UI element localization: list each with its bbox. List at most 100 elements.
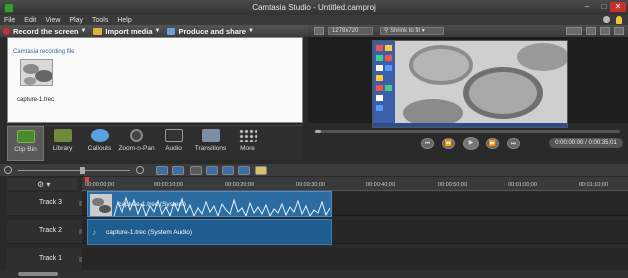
- clip-speed-button[interactable]: [255, 166, 267, 175]
- main-toolbar: Record the screen ▼ Import media ▼ Produ…: [0, 25, 308, 37]
- callout-icon: [90, 129, 109, 142]
- tab-transitions[interactable]: Transitions: [192, 126, 229, 161]
- lightbulb-icon[interactable]: [616, 16, 622, 24]
- next-clip-button[interactable]: ⏭: [507, 138, 520, 149]
- record-icon: [3, 27, 10, 35]
- playhead[interactable]: [85, 177, 89, 182]
- play-button[interactable]: ▶: [463, 137, 479, 150]
- zoom-fit-dropdown[interactable]: ⚲ Shrink to fit ▾: [380, 27, 444, 35]
- tab-clip-bin[interactable]: Clip Bin: [7, 126, 44, 161]
- help-icon[interactable]: [603, 16, 610, 23]
- timeline-settings[interactable]: ⚙ ▾: [7, 178, 77, 190]
- paste-button[interactable]: [238, 166, 250, 175]
- tab-label: Callouts: [87, 145, 112, 152]
- editing-dimensions-icon[interactable]: [314, 27, 324, 35]
- timeline-clip-audio[interactable]: ♪ capture-1.trec (System Audio): [87, 219, 332, 245]
- import-media-button[interactable]: Import media ▼: [93, 27, 160, 36]
- library-icon: [53, 129, 72, 142]
- clip-bin-section-label: Camtasia recording file: [13, 49, 75, 55]
- ruler-tick: 00:00:20;00: [225, 182, 255, 188]
- more-icon: [238, 129, 257, 142]
- clip-label: capture-1.trec (System Audio): [106, 229, 192, 236]
- maximize-button[interactable]: □: [597, 2, 611, 12]
- produce-label: Produce and share: [178, 26, 246, 36]
- track-name: Track 3: [39, 199, 63, 206]
- scrubber-fill: [315, 130, 321, 133]
- timeline-clip-video[interactable]: capture-1.trec (System): [87, 191, 332, 217]
- copy-button[interactable]: [222, 166, 234, 175]
- task-tabs: Clip Bin Library Callouts Zoom-n-Pan Aud…: [7, 125, 303, 161]
- ruler-tick: 00:00:40;00: [366, 182, 396, 188]
- fast-forward-button[interactable]: ⏩: [486, 138, 499, 149]
- track-header-2[interactable]: Track 2: [7, 220, 83, 244]
- tab-library[interactable]: Library: [44, 126, 81, 161]
- menu-help[interactable]: Help: [117, 17, 131, 24]
- magnifier-icon: [130, 129, 143, 142]
- track-header-3[interactable]: Track 3: [7, 192, 83, 216]
- tab-label: More: [240, 145, 255, 152]
- resolution-dropdown[interactable]: 1278x720: [328, 27, 373, 35]
- menu-tools[interactable]: Tools: [92, 17, 108, 24]
- record-label: Record the screen: [13, 26, 79, 36]
- scrollbar-thumb[interactable]: [18, 272, 58, 276]
- menu-edit[interactable]: Edit: [24, 17, 36, 24]
- redo-button[interactable]: [172, 166, 184, 175]
- tab-label: Clip Bin: [14, 146, 37, 153]
- cut-button[interactable]: [190, 166, 202, 175]
- tab-zoom-n-pan[interactable]: Zoom-n-Pan: [118, 126, 155, 161]
- menu-play[interactable]: Play: [69, 17, 83, 24]
- preview-canvas[interactable]: [372, 40, 568, 128]
- film-icon: [16, 130, 35, 143]
- rewind-button[interactable]: ⏪: [442, 138, 455, 149]
- undo-button[interactable]: [156, 166, 168, 175]
- minimize-button[interactable]: –: [580, 2, 594, 12]
- tab-label: Audio: [165, 145, 182, 152]
- tab-callouts[interactable]: Callouts: [81, 126, 118, 161]
- chevron-down-icon: ▼: [247, 28, 254, 34]
- clip-bin-panel: Camtasia recording file capture-1.trec: [7, 37, 303, 123]
- camtasia-window: Camtasia Studio - Untitled.camproj – □ ✕…: [0, 0, 628, 278]
- tab-more[interactable]: More: [229, 126, 266, 161]
- crop-icon[interactable]: [566, 27, 582, 35]
- timeline-horizontal-scrollbar[interactable]: [0, 270, 628, 278]
- speaker-icon: [164, 129, 183, 142]
- detach-icon[interactable]: [586, 27, 596, 35]
- menu-view[interactable]: View: [45, 17, 60, 24]
- expand-icon[interactable]: [614, 27, 624, 35]
- clip-thumbnail[interactable]: [20, 59, 53, 86]
- track-header-1[interactable]: Track 1: [7, 248, 83, 272]
- clip-label: capture-1.trec (System): [118, 201, 186, 208]
- gear-icon[interactable]: ⚙ ▾: [37, 180, 50, 189]
- transition-icon: [201, 129, 220, 142]
- menu-file[interactable]: File: [4, 17, 15, 24]
- close-button[interactable]: ✕: [610, 2, 626, 12]
- ruler-tick: 00:00:00;00: [85, 182, 115, 188]
- track-lane-1[interactable]: [82, 248, 628, 272]
- ruler-tick: 00:01:10;00: [579, 182, 609, 188]
- tab-label: Library: [52, 145, 73, 152]
- track-name: Track 2: [39, 227, 63, 234]
- preview-toolbar: 1278x720 ⚲ Shrink to fit ▾: [308, 25, 628, 37]
- fullscreen-icon[interactable]: [600, 27, 610, 35]
- previous-clip-button[interactable]: ⏮: [421, 138, 434, 149]
- zoom-slider-handle[interactable]: [80, 167, 85, 174]
- zoom-in-icon[interactable]: [136, 166, 144, 174]
- fit-label: Shrink to fit: [390, 28, 421, 34]
- track-name: Track 1: [39, 255, 63, 262]
- record-screen-button[interactable]: Record the screen ▼: [3, 27, 86, 36]
- import-label: Import media: [105, 26, 153, 36]
- tab-audio[interactable]: Audio: [155, 126, 192, 161]
- ruler-tick: 00:01:00;00: [508, 182, 538, 188]
- timeline-ruler[interactable]: 00:00:00;00 00:00:10;00 00:00:20;00 00:0…: [82, 177, 628, 191]
- timeline-zoom-slider[interactable]: [18, 170, 130, 171]
- ruler-tick: 00:00:10;00: [154, 182, 184, 188]
- zoom-out-icon[interactable]: [4, 166, 12, 174]
- title-bar: Camtasia Studio - Untitled.camproj: [0, 0, 628, 15]
- produce-share-button[interactable]: Produce and share ▼: [167, 26, 254, 36]
- split-button[interactable]: [206, 166, 218, 175]
- folder-icon: [93, 27, 103, 35]
- ruler-tick: 00:00:30;00: [296, 182, 326, 188]
- window-title: Camtasia Studio - Untitled.camproj: [252, 3, 376, 12]
- music-note-icon: ♪: [92, 228, 96, 237]
- preview-scrubber[interactable]: [315, 130, 620, 133]
